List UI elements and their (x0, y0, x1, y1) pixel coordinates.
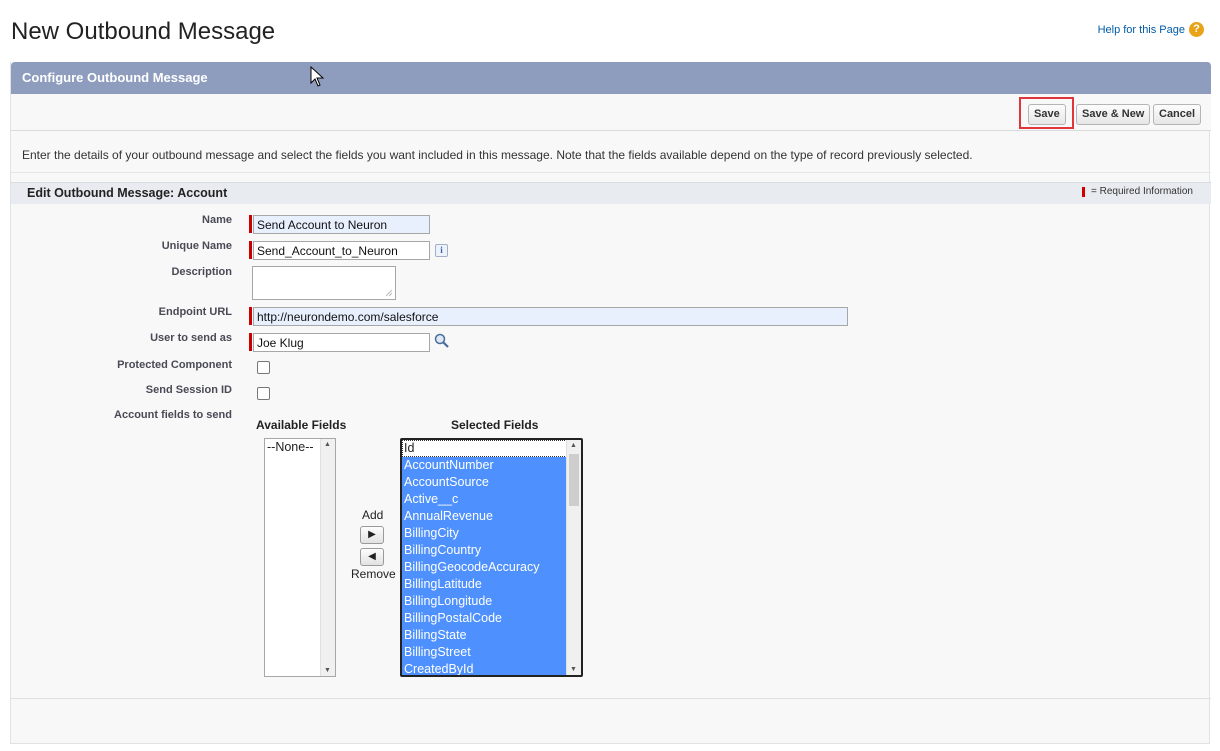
list-item[interactable]: BillingGeocodeAccuracy (402, 559, 581, 576)
list-item[interactable]: AccountSource (402, 474, 581, 491)
intro-text: Enter the details of your outbound messa… (22, 148, 973, 162)
selected-fields-header: Selected Fields (451, 418, 539, 432)
scroll-up-icon[interactable]: ▲ (570, 442, 577, 449)
cancel-button[interactable]: Cancel (1153, 104, 1202, 125)
scrollbar[interactable]: ▲ ▼ (320, 439, 335, 676)
scroll-thumb[interactable] (569, 454, 579, 506)
section-title: Edit Outbound Message: Account (27, 186, 228, 200)
required-legend-label: = Required Information (1090, 186, 1193, 197)
arrow-right-icon: ▶ (368, 529, 376, 540)
list-item[interactable]: BillingLatitude (402, 576, 581, 593)
required-marker-icon (249, 241, 252, 259)
divider (11, 698, 1211, 699)
scroll-up-icon[interactable]: ▲ (324, 441, 331, 448)
button-row: Save Save & New Cancel (11, 94, 1211, 131)
panel-title: Configure Outbound Message (22, 70, 208, 85)
remove-button[interactable]: ◀ (360, 548, 384, 566)
page-title: New Outbound Message (11, 18, 276, 45)
endpoint-url-label: Endpoint URL (158, 306, 232, 318)
list-item[interactable]: BillingCountry (402, 542, 581, 559)
send-session-id-label: Send Session ID (145, 384, 232, 396)
endpoint-url-field[interactable] (253, 307, 848, 326)
account-fields-label: Account fields to send (114, 409, 232, 421)
name-label: Name (202, 214, 232, 226)
list-item[interactable]: CreatedById (402, 661, 581, 675)
send-session-id-checkbox[interactable] (257, 387, 270, 400)
list-item[interactable]: AnnualRevenue (402, 508, 581, 525)
description-field[interactable] (252, 266, 396, 300)
unique-name-label: Unique Name (161, 240, 232, 252)
user-to-send-as-label: User to send as (150, 332, 232, 344)
help-link-label[interactable]: Help for this Page (1098, 24, 1185, 36)
add-label: Add (362, 508, 384, 522)
list-item[interactable]: BillingPostalCode (402, 610, 581, 627)
required-marker-icon (1081, 186, 1085, 197)
info-icon[interactable]: i (435, 244, 448, 257)
lookup-icon[interactable] (433, 333, 451, 349)
scrollbar[interactable]: ▲ ▼ (566, 440, 581, 675)
list-item[interactable]: BillingStreet (402, 644, 581, 661)
divider (11, 172, 1211, 173)
available-fields-list[interactable]: --None-- ▲ ▼ (264, 438, 336, 677)
required-legend: = Required Information (1081, 186, 1193, 197)
list-item[interactable]: BillingState (402, 627, 581, 644)
required-marker-icon (249, 215, 252, 233)
unique-name-field[interactable] (253, 241, 430, 260)
arrow-left-icon: ◀ (368, 551, 376, 562)
help-link[interactable]: Help for this Page ? (1098, 22, 1204, 37)
list-item[interactable]: BillingCity (402, 525, 581, 542)
available-fields-header: Available Fields (256, 418, 347, 432)
list-item[interactable]: Id (402, 440, 581, 457)
user-to-send-as-field[interactable] (253, 333, 430, 352)
name-field[interactable] (253, 215, 430, 234)
scroll-down-icon[interactable]: ▼ (570, 666, 577, 673)
mouse-cursor-icon (310, 66, 325, 87)
question-circle-icon[interactable]: ? (1189, 22, 1204, 37)
protected-component-label: Protected Component (117, 359, 232, 371)
list-item[interactable]: AccountNumber (402, 457, 581, 474)
list-item[interactable]: Active__c (402, 491, 581, 508)
scroll-down-icon[interactable]: ▼ (324, 667, 331, 674)
protected-component-checkbox[interactable] (257, 361, 270, 374)
save-and-new-button[interactable]: Save & New (1076, 104, 1151, 125)
remove-label: Remove (351, 567, 396, 581)
selected-fields-list[interactable]: Id AccountNumber AccountSource Active__c… (400, 438, 583, 677)
resize-handle-icon[interactable] (383, 287, 393, 297)
save-button[interactable]: Save (1028, 104, 1066, 125)
required-marker-icon (249, 307, 252, 325)
description-label: Description (171, 266, 232, 278)
configure-panel: Configure Outbound Message Save Save & N… (10, 62, 1211, 744)
section-header: Edit Outbound Message: Account = Require… (11, 182, 1211, 204)
panel-header: Configure Outbound Message (11, 62, 1211, 94)
required-marker-icon (249, 333, 252, 351)
list-item[interactable]: BillingLongitude (402, 593, 581, 610)
add-button[interactable]: ▶ (360, 526, 384, 544)
